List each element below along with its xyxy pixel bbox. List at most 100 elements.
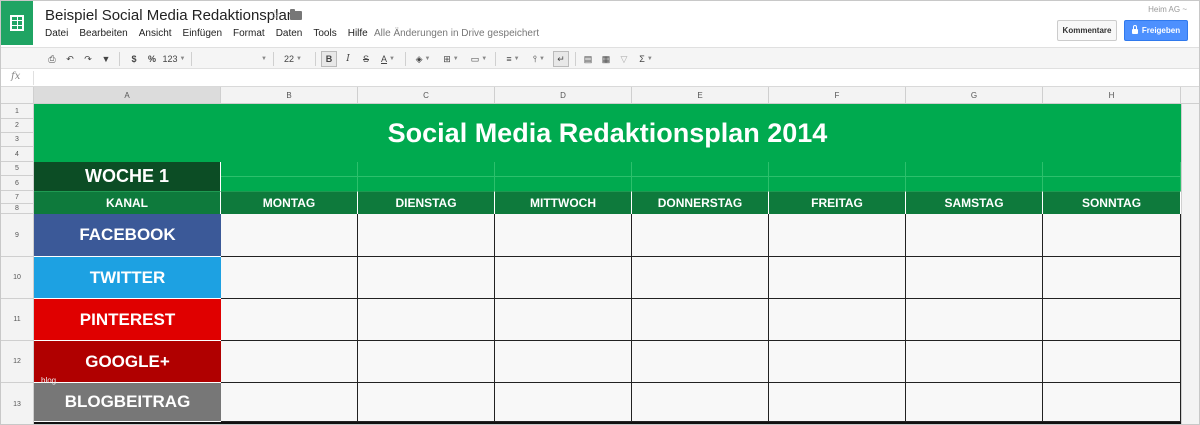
schedule-cell-friday[interactable]: [769, 257, 906, 299]
schedule-cell-friday[interactable]: [769, 214, 906, 257]
insert-comment-icon[interactable]: ▤: [581, 51, 595, 67]
schedule-cell-monday[interactable]: [221, 299, 358, 341]
day-header-friday[interactable]: FREITAG: [769, 191, 906, 214]
sheets-logo-icon[interactable]: [1, 1, 33, 45]
folder-icon[interactable]: [290, 9, 302, 20]
schedule-cell-thursday[interactable]: [632, 299, 769, 341]
currency-format-button[interactable]: $: [127, 51, 141, 67]
schedule-cell-sunday[interactable]: [1043, 214, 1181, 257]
merge-cells-dropdown[interactable]: ▭ ▼: [467, 51, 491, 67]
menu-daten[interactable]: Daten: [276, 28, 303, 39]
day-header-wednesday[interactable]: MITTWOCH: [495, 191, 632, 214]
redo-icon[interactable]: ↷: [81, 51, 95, 67]
schedule-cell-tuesday[interactable]: [358, 214, 495, 257]
channel-google-plus[interactable]: GOOGLE+: [34, 341, 221, 383]
schedule-cell-monday[interactable]: [221, 341, 358, 383]
schedule-cell-monday[interactable]: [221, 214, 358, 257]
column-header-c[interactable]: C: [358, 87, 495, 104]
paint-format-icon[interactable]: ▼: [99, 51, 113, 67]
schedule-cell-friday[interactable]: [769, 383, 906, 422]
schedule-cell-monday[interactable]: [221, 383, 358, 422]
column-header-e[interactable]: E: [632, 87, 769, 104]
row-header-11[interactable]: 11: [1, 299, 34, 341]
bold-button[interactable]: B: [321, 51, 337, 67]
menu-tools[interactable]: Tools: [313, 28, 336, 39]
menu-bearbeiten[interactable]: Bearbeiten: [79, 28, 127, 39]
column-header-a[interactable]: A: [34, 87, 221, 104]
day-header-saturday[interactable]: SAMSTAG: [906, 191, 1043, 214]
row-header-10[interactable]: 10: [1, 257, 34, 299]
column-header-h[interactable]: H: [1043, 87, 1181, 104]
strikethrough-button[interactable]: S: [359, 51, 373, 67]
row-header-2[interactable]: 2: [1, 119, 34, 133]
sheet-title[interactable]: Social Media Redaktionsplan 2014: [34, 104, 1181, 162]
schedule-cell-thursday[interactable]: [632, 341, 769, 383]
row-header-1[interactable]: 1: [1, 104, 34, 119]
wrap-text-button[interactable]: ↵: [553, 51, 569, 67]
menu-format[interactable]: Format: [233, 28, 265, 39]
italic-button[interactable]: I: [341, 51, 355, 67]
schedule-cell-tuesday[interactable]: [358, 341, 495, 383]
select-all-corner[interactable]: [1, 87, 34, 104]
schedule-cell-friday[interactable]: [769, 341, 906, 383]
column-header-d[interactable]: D: [495, 87, 632, 104]
schedule-cell-saturday[interactable]: [906, 214, 1043, 257]
channel-twitter[interactable]: TWITTER: [34, 257, 221, 299]
column-header-extra[interactable]: [1181, 87, 1199, 104]
schedule-cell-saturday[interactable]: [906, 299, 1043, 341]
document-title[interactable]: Beispiel Social Media Redaktionsplan: [45, 7, 295, 24]
font-family-dropdown[interactable]: ▼: [197, 51, 267, 67]
functions-dropdown[interactable]: Σ ▼: [635, 51, 657, 67]
schedule-cell-wednesday[interactable]: [495, 214, 632, 257]
print-icon[interactable]: ⎙: [45, 51, 59, 67]
text-color-dropdown[interactable]: A ▼: [377, 51, 399, 67]
user-account[interactable]: Heim AG ~: [1148, 5, 1187, 14]
schedule-cell-thursday[interactable]: [632, 383, 769, 422]
menu-datei[interactable]: Datei: [45, 28, 68, 39]
column-header-f[interactable]: F: [769, 87, 906, 104]
schedule-cell-thursday[interactable]: [632, 214, 769, 257]
star-icon[interactable]: ☆: [269, 7, 281, 23]
day-header-sunday[interactable]: SONNTAG: [1043, 191, 1181, 214]
column-header-b[interactable]: B: [221, 87, 358, 104]
row-header-5[interactable]: 5: [1, 162, 34, 176]
schedule-cell-wednesday[interactable]: [495, 383, 632, 422]
schedule-cell-saturday[interactable]: [906, 341, 1043, 383]
day-header-thursday[interactable]: DONNERSTAG: [632, 191, 769, 214]
filter-icon[interactable]: ▽: [617, 51, 631, 67]
column-header-g[interactable]: G: [906, 87, 1043, 104]
schedule-cell-saturday[interactable]: [906, 383, 1043, 422]
menu-ansicht[interactable]: Ansicht: [139, 28, 172, 39]
schedule-cell-sunday[interactable]: [1043, 257, 1181, 299]
number-format-dropdown[interactable]: 123 ▼: [163, 51, 186, 67]
row-header-4[interactable]: 4: [1, 147, 34, 162]
share-button[interactable]: Freigeben: [1124, 20, 1188, 41]
font-size-dropdown[interactable]: 22 ▼: [279, 51, 307, 67]
schedule-cell-thursday[interactable]: [632, 257, 769, 299]
borders-dropdown[interactable]: ⊞ ▼: [439, 51, 463, 67]
comments-button[interactable]: Kommentare: [1057, 20, 1117, 41]
schedule-cell-friday[interactable]: [769, 299, 906, 341]
channel-pinterest[interactable]: PINTEREST: [34, 299, 221, 341]
row-header-8[interactable]: 8: [1, 204, 34, 214]
schedule-cell-tuesday[interactable]: [358, 299, 495, 341]
schedule-cell-sunday[interactable]: [1043, 383, 1181, 422]
row-header-7[interactable]: 7: [1, 191, 34, 204]
channel-facebook[interactable]: FACEBOOK: [34, 214, 221, 257]
vertical-align-dropdown[interactable]: ⫯ ▼: [527, 51, 551, 67]
row-header-12[interactable]: 12: [1, 341, 34, 383]
undo-icon[interactable]: ↶: [63, 51, 77, 67]
fill-color-dropdown[interactable]: ◈ ▼: [411, 51, 435, 67]
row-header-6[interactable]: 6: [1, 176, 34, 191]
schedule-cell-sunday[interactable]: [1043, 341, 1181, 383]
percent-format-button[interactable]: %: [145, 51, 159, 67]
schedule-cell-wednesday[interactable]: [495, 299, 632, 341]
channel-header[interactable]: KANAL: [34, 191, 221, 214]
day-header-monday[interactable]: MONTAG: [221, 191, 358, 214]
schedule-cell-tuesday[interactable]: [358, 257, 495, 299]
schedule-cell-wednesday[interactable]: [495, 257, 632, 299]
row-header-9[interactable]: 9: [1, 214, 34, 257]
schedule-cell-saturday[interactable]: [906, 257, 1043, 299]
day-header-tuesday[interactable]: DIENSTAG: [358, 191, 495, 214]
schedule-cell-tuesday[interactable]: [358, 383, 495, 422]
